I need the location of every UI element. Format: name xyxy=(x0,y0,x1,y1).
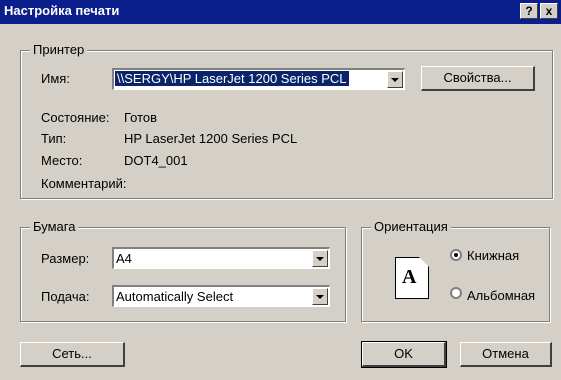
orientation-group: Ориентация xyxy=(361,219,550,322)
paper-size-value: A4 xyxy=(116,251,132,266)
status-value: Готов xyxy=(124,110,158,125)
paper-size-select[interactable]: A4 xyxy=(112,247,330,269)
print-setup-dialog: Настройка печати ? x Принтер Имя: \\SERG… xyxy=(0,0,561,380)
help-button[interactable]: ? xyxy=(520,3,538,19)
portrait-radio[interactable] xyxy=(450,249,462,261)
paper-group: Бумага xyxy=(20,219,346,322)
paper-source-value: Automatically Select xyxy=(116,289,234,304)
landscape-radio[interactable] xyxy=(450,287,462,299)
properties-button[interactable]: Свойства... xyxy=(421,66,535,91)
paper-source-select[interactable]: Automatically Select xyxy=(112,285,330,307)
ok-button[interactable]: OK xyxy=(361,341,447,368)
printer-name-select[interactable]: \\SERGY\HP LaserJet 1200 Series PCL xyxy=(112,68,405,90)
location-value: DOT4_001 xyxy=(124,153,188,168)
network-button[interactable]: Сеть... xyxy=(20,342,125,367)
printer-name-label: Имя: xyxy=(41,71,70,86)
paper-group-label: Бумага xyxy=(30,219,79,234)
page-orientation-icon: A xyxy=(395,257,429,299)
chevron-down-icon[interactable] xyxy=(312,250,328,267)
type-value: HP LaserJet 1200 Series PCL xyxy=(124,131,298,146)
comment-label: Комментарий: xyxy=(41,176,127,191)
paper-size-label: Размер: xyxy=(41,251,90,266)
cancel-button[interactable]: Отмена xyxy=(460,342,552,367)
close-button[interactable]: x xyxy=(540,3,558,19)
printer-group-label: Принтер xyxy=(30,42,88,57)
landscape-label[interactable]: Альбомная xyxy=(467,288,535,303)
chevron-down-icon[interactable] xyxy=(387,71,403,88)
status-label: Состояние: xyxy=(41,110,110,125)
window-title: Настройка печати xyxy=(4,3,120,18)
printer-name-value: \\SERGY\HP LaserJet 1200 Series PCL xyxy=(115,71,349,86)
location-label: Место: xyxy=(41,153,83,168)
portrait-label[interactable]: Книжная xyxy=(467,248,519,263)
chevron-down-icon[interactable] xyxy=(312,288,328,305)
title-bar[interactable]: Настройка печати ? x xyxy=(0,0,561,24)
orientation-icon-letter: A xyxy=(402,266,417,288)
paper-source-label: Подача: xyxy=(41,289,90,304)
orientation-group-label: Ориентация xyxy=(371,219,451,234)
type-label: Тип: xyxy=(41,131,67,146)
